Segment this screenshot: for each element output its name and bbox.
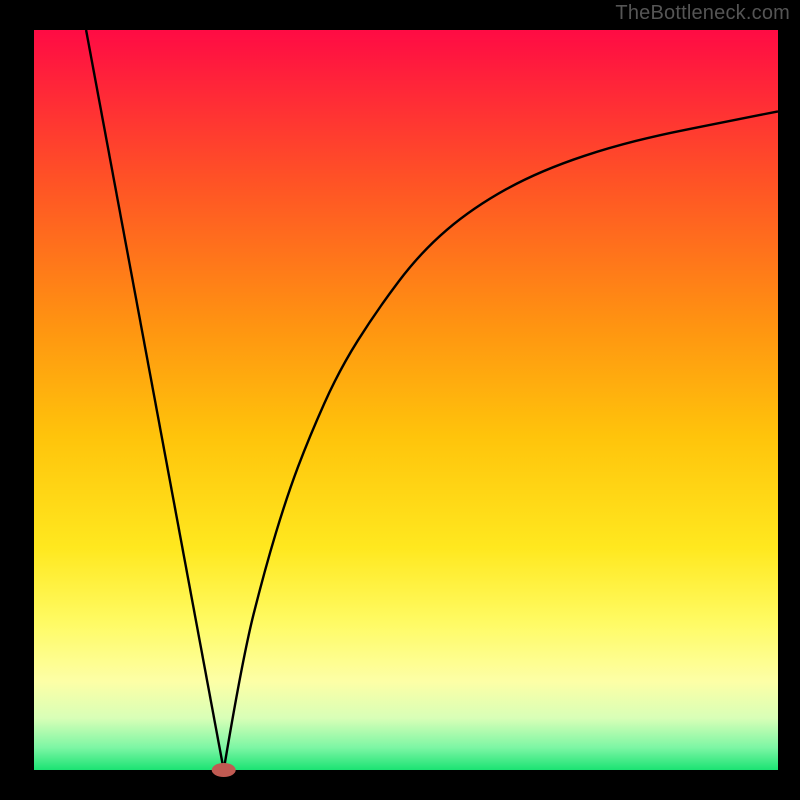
chart-container: TheBottleneck.com	[0, 0, 800, 800]
gradient-background	[34, 30, 778, 770]
bottleneck-marker	[212, 763, 236, 777]
watermark-text: TheBottleneck.com	[615, 2, 790, 25]
bottleneck-chart	[0, 0, 800, 800]
